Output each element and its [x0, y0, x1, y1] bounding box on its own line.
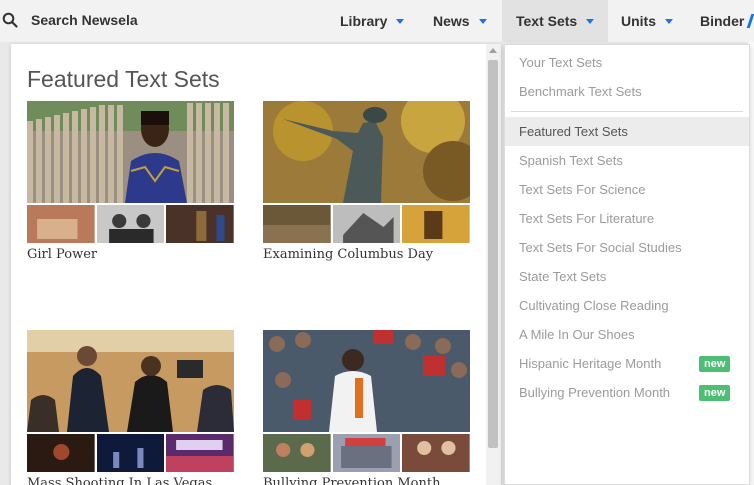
card-thumbnail[interactable] — [166, 434, 235, 472]
nav-units[interactable]: Units — [621, 0, 673, 42]
scrollbar[interactable] — [486, 44, 501, 485]
menu-item-label: Text Sets For Literature — [519, 211, 655, 226]
nav-text-sets[interactable]: Text Sets — [502, 0, 608, 42]
new-badge: new — [699, 385, 731, 401]
card-hero-image[interactable] — [263, 101, 470, 203]
card-thumbnail[interactable] — [166, 205, 235, 243]
featured-text-sets-panel: Featured Text Sets Girl Power Examining … — [11, 44, 501, 485]
menu-item-cultivating-close-reading[interactable]: Cultivating Close Reading — [505, 291, 749, 320]
menu-item-label: Text Sets For Social Studies — [519, 240, 682, 255]
search-icon[interactable] — [2, 12, 18, 28]
nav-news[interactable]: News — [433, 0, 487, 42]
nav-binder-label: Binder — [700, 13, 745, 29]
menu-item-your-text-sets[interactable]: Your Text Sets — [505, 48, 749, 77]
card-thumbnail[interactable] — [263, 434, 331, 472]
menu-item-featured-text-sets[interactable]: Featured Text Sets — [505, 117, 749, 146]
card-thumbnail[interactable] — [332, 434, 401, 472]
card-title[interactable]: Mass Shooting In Las Vegas — [27, 476, 234, 485]
menu-item-spanish-text-sets[interactable]: Spanish Text Sets — [505, 146, 749, 175]
nav-news-label: News — [433, 13, 470, 29]
text-set-card[interactable]: Bullying Prevention Month — [263, 330, 471, 485]
menu-item-state-text-sets[interactable]: State Text Sets — [505, 262, 749, 291]
card-title[interactable]: Bullying Prevention Month — [263, 476, 470, 485]
nav-library-label: Library — [340, 13, 388, 29]
caret-down-icon — [665, 18, 673, 24]
card-thumbnails — [263, 434, 471, 472]
card-thumbnail[interactable] — [332, 205, 401, 243]
nav-binder[interactable]: Binder — [700, 0, 754, 42]
menu-divider — [511, 111, 743, 112]
card-thumbnail[interactable] — [27, 205, 95, 243]
menu-item-text-sets-for-social-studies[interactable]: Text Sets For Social Studies — [505, 233, 749, 262]
menu-item-text-sets-for-science[interactable]: Text Sets For Science — [505, 175, 749, 204]
menu-item-label: A Mile In Our Shoes — [519, 327, 635, 342]
menu-item-text-sets-for-literature[interactable]: Text Sets For Literature — [505, 204, 749, 233]
card-thumbnail[interactable] — [27, 434, 95, 472]
caret-down-icon — [478, 18, 487, 24]
text-sets-dropdown-menu: Your Text Sets Benchmark Text Sets Featu… — [504, 44, 750, 485]
nav-units-label: Units — [621, 13, 656, 29]
menu-item-label: Your Text Sets — [519, 55, 603, 70]
card-title[interactable]: Girl Power — [27, 247, 234, 262]
new-badge: new — [699, 356, 731, 372]
nav-library[interactable]: Library — [340, 0, 405, 42]
card-thumbnails — [27, 434, 235, 472]
text-set-card[interactable]: Girl Power — [27, 101, 235, 262]
nav-text-sets-label: Text Sets — [516, 13, 578, 29]
menu-item-label: Text Sets For Science — [519, 182, 646, 197]
text-set-card[interactable]: Examining Columbus Day — [263, 101, 471, 262]
menu-item-a-mile-in-our-shoes[interactable]: A Mile In Our Shoes — [505, 320, 749, 349]
caret-down-icon — [586, 18, 595, 24]
menu-item-label: Spanish Text Sets — [519, 153, 623, 168]
menu-item-label: State Text Sets — [519, 269, 607, 284]
card-thumbnail[interactable] — [263, 205, 331, 243]
binder-accent-icon — [747, 14, 754, 28]
text-set-card[interactable]: Mass Shooting In Las Vegas — [27, 330, 235, 485]
card-hero-image[interactable] — [263, 330, 470, 432]
menu-item-label: Featured Text Sets — [519, 124, 628, 139]
card-thumbnails — [27, 205, 235, 243]
card-hero-image[interactable] — [27, 101, 234, 203]
card-title[interactable]: Examining Columbus Day — [263, 247, 470, 262]
card-thumbnails — [263, 205, 471, 243]
menu-item-label: Hispanic Heritage Month — [519, 356, 662, 371]
card-thumbnail[interactable] — [402, 205, 471, 243]
top-nav-bar: Search Newsela Library News Text Sets Un… — [0, 0, 754, 42]
menu-item-label: Cultivating Close Reading — [519, 298, 669, 313]
menu-item-label: Benchmark Text Sets — [519, 84, 642, 99]
menu-item-label: Bullying Prevention Month — [519, 385, 671, 400]
card-thumbnail[interactable] — [96, 205, 165, 243]
scroll-up-arrow-icon[interactable] — [489, 48, 497, 53]
menu-item-bullying-prevention-month[interactable]: Bullying Prevention Month new — [505, 378, 749, 407]
scrollbar-thumb[interactable] — [488, 60, 498, 448]
menu-item-benchmark-text-sets[interactable]: Benchmark Text Sets — [505, 77, 749, 106]
search-input[interactable]: Search Newsela — [31, 12, 138, 28]
card-thumbnail[interactable] — [96, 434, 165, 472]
card-hero-image[interactable] — [27, 330, 234, 432]
panel-title: Featured Text Sets — [27, 66, 220, 92]
menu-item-hispanic-heritage-month[interactable]: Hispanic Heritage Month new — [505, 349, 749, 378]
caret-down-icon — [396, 18, 405, 24]
card-thumbnail[interactable] — [402, 434, 471, 472]
